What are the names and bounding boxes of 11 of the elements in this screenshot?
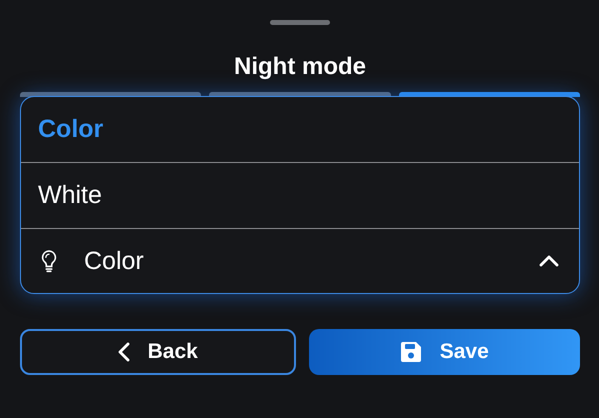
back-icon bbox=[118, 342, 130, 362]
lightbulb-icon bbox=[40, 249, 58, 273]
save-button[interactable]: Save bbox=[308, 329, 580, 375]
dropdown-option[interactable]: White bbox=[21, 163, 579, 229]
select-value: Color bbox=[84, 246, 145, 276]
chevron-icon bbox=[539, 255, 559, 267]
drag-handle[interactable] bbox=[270, 20, 330, 25]
dropdown-option[interactable]: Color bbox=[21, 97, 579, 163]
sheet-title: Night mode bbox=[234, 53, 366, 81]
back-button[interactable]: Back bbox=[20, 329, 296, 375]
select-field[interactable]: Color bbox=[21, 229, 579, 293]
